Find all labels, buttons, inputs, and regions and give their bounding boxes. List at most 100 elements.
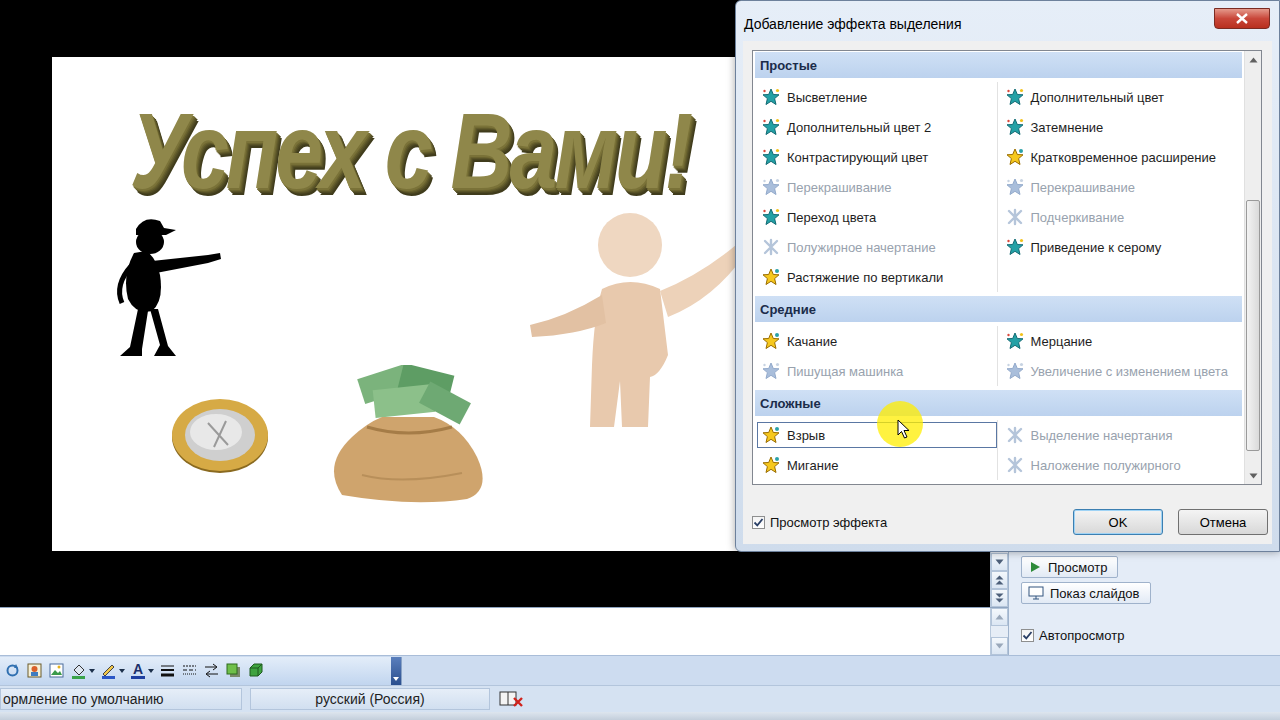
arrow-style-icon[interactable] [203, 662, 220, 679]
rotate-icon[interactable] [4, 662, 21, 679]
status-bar: ормление по умолчанию русский (Россия) [0, 685, 1280, 712]
previous-slide-button[interactable] [991, 571, 1008, 589]
star-icon [1006, 148, 1024, 166]
scroll-thumb[interactable] [1246, 200, 1260, 451]
shadow-icon[interactable] [225, 662, 242, 679]
spellcheck-icon[interactable] [498, 690, 524, 708]
add-emphasis-effect-dialog: Добавление эффекта выделения Простые Высве… [735, 0, 1280, 552]
effect-item[interactable]: Приведение к серому [999, 232, 1243, 262]
star-icon [762, 426, 780, 444]
star-icon [1006, 332, 1024, 350]
cancel-button[interactable]: Отмена [1178, 509, 1268, 535]
pointing-man-icon[interactable] [108, 215, 223, 363]
dialog-title-bar[interactable]: Добавление эффекта выделения [736, 1, 1279, 41]
effect-item: Полужирное начертание [755, 232, 999, 262]
effect-item[interactable]: Мерцание [999, 326, 1243, 356]
effect-item[interactable]: Мигание [755, 450, 999, 480]
checkbox-box[interactable] [752, 516, 765, 529]
arrow-down-icon [995, 559, 1004, 565]
preview-button[interactable]: Просмотр [1021, 556, 1118, 578]
effect-item: Выделение начертания [999, 420, 1243, 450]
star-icon [1006, 238, 1024, 256]
effect-item: Наложение полужирного [999, 450, 1243, 480]
dash-style-icon[interactable] [181, 662, 198, 679]
taskbar [0, 712, 1280, 720]
group-header: Сложные [755, 390, 1242, 416]
line-color-icon[interactable] [100, 662, 117, 679]
check-icon [753, 517, 764, 528]
star-icon [1006, 118, 1024, 136]
slideshow-button[interactable]: Показ слайдов [1021, 582, 1151, 604]
ok-button[interactable]: OK [1073, 509, 1163, 535]
font-color-button[interactable]: A [130, 662, 146, 679]
group-header: Простые [755, 52, 1242, 78]
money-bag-icon[interactable] [322, 365, 495, 505]
slide-title[interactable]: Успех с Вами! [130, 97, 690, 205]
3d-person-icon[interactable] [510, 205, 750, 430]
next-slide-button[interactable] [991, 589, 1008, 607]
projector-screen-icon [1028, 586, 1044, 600]
effect-item[interactable]: Дополнительный цвет [999, 82, 1243, 112]
effect-item[interactable]: Высветление [755, 82, 999, 112]
star-icon [1006, 362, 1024, 380]
bold-font-icon [1006, 208, 1024, 226]
toolbar-options-button[interactable] [391, 657, 401, 685]
notes-scrollbar[interactable] [990, 608, 1008, 655]
scroll-down-button[interactable] [991, 553, 1008, 571]
close-button[interactable] [1214, 8, 1270, 29]
dialog-client: Простые ВысветлениеДополнительный цветДоп… [743, 41, 1272, 544]
drawing-tools: A [0, 657, 402, 685]
dialog-title: Добавление эффекта выделения [744, 16, 961, 32]
scroll-track[interactable] [1245, 68, 1261, 467]
effect-item: Пишущая машинка [755, 356, 999, 386]
3d-style-icon[interactable] [247, 662, 264, 679]
effect-item[interactable]: Кратковременное расширение [999, 142, 1243, 172]
arrow-up-icon [995, 614, 1004, 620]
effect-item[interactable]: Дополнительный цвет 2 [755, 112, 999, 142]
arrow-down-icon [995, 643, 1004, 649]
notes-pane[interactable] [0, 608, 990, 655]
arrow-up-icon [1249, 57, 1258, 63]
design-status: ормление по умолчанию [0, 688, 242, 710]
scroll-up-button[interactable] [991, 608, 1008, 626]
effect-item[interactable]: Качание [755, 326, 999, 356]
fill-color-icon[interactable] [70, 662, 87, 679]
euro-coin-icon[interactable] [168, 395, 272, 475]
dropdown-arrow-icon[interactable] [148, 669, 154, 673]
font-color-bar [131, 676, 145, 679]
powerpoint-window: Успех с Вами! Просмотр Показ слайдов Автопр… [0, 0, 1280, 720]
star-icon [762, 332, 780, 350]
effect-item: Подчеркивание [999, 202, 1243, 232]
picture-icon[interactable] [48, 662, 65, 679]
dropdown-arrow-icon[interactable] [119, 669, 125, 673]
star-icon [762, 208, 780, 226]
play-icon [1028, 560, 1042, 574]
preview-effect-checkbox[interactable]: Просмотр эффекта [752, 515, 887, 530]
effect-item: Увеличение с изменением цвета [999, 356, 1243, 386]
clipart-icon[interactable] [26, 662, 43, 679]
line-style-icon[interactable] [159, 662, 176, 679]
effect-item[interactable]: Затемнение [999, 112, 1243, 142]
close-icon [1236, 13, 1248, 24]
list-scrollbar[interactable] [1244, 51, 1261, 484]
effect-item[interactable]: Переход цвета [755, 202, 999, 232]
effect-item[interactable]: Растяжение по вертикали [755, 262, 999, 292]
chevron-down-icon [393, 677, 399, 681]
effect-item: Перекрашивание [755, 172, 999, 202]
drawing-toolbar: A [0, 655, 1280, 685]
dropdown-arrow-icon[interactable] [89, 669, 95, 673]
star-icon [762, 148, 780, 166]
checkbox-box[interactable] [1021, 629, 1034, 642]
effect-grid: ВзрывВыделение начертанияМиганиеНаложени… [755, 420, 1242, 480]
star-icon [762, 118, 780, 136]
star-icon [1006, 88, 1024, 106]
star-icon [762, 456, 780, 474]
scroll-down-button[interactable] [1245, 467, 1261, 484]
effect-item[interactable]: Контрастирующий цвет [755, 142, 999, 172]
scroll-up-button[interactable] [1245, 51, 1261, 68]
effect-item: Перекрашивание [999, 172, 1243, 202]
language-status[interactable]: русский (Россия) [250, 688, 490, 710]
scroll-down-button[interactable] [991, 637, 1008, 655]
autopreview-checkbox[interactable]: Автопросмотр [1021, 628, 1124, 643]
effect-list[interactable]: Простые ВысветлениеДополнительный цветДоп… [752, 50, 1262, 485]
